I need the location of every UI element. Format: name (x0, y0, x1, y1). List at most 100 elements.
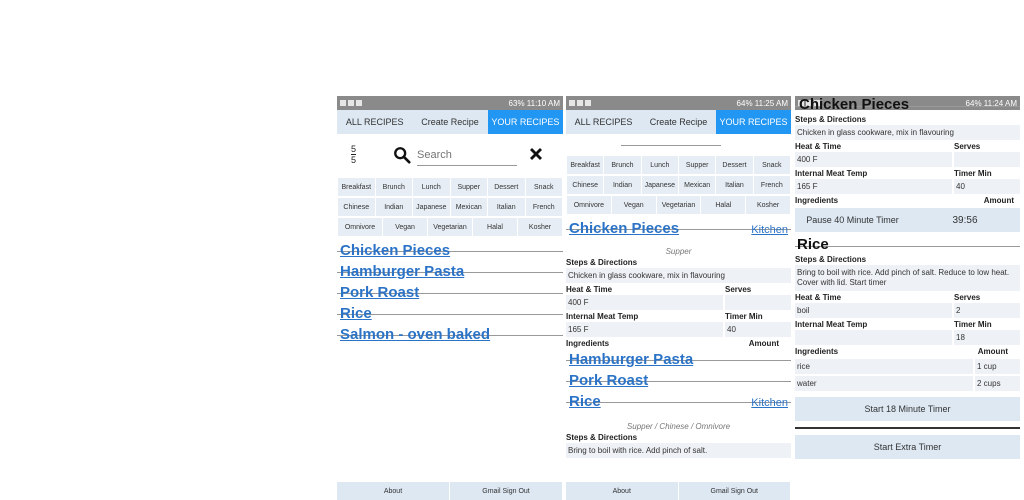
filter-vegan[interactable]: Vegan (383, 218, 427, 236)
timer-min-label: Timer Min (725, 312, 763, 321)
ingredient-row: water 2 cups (795, 376, 1020, 391)
collapsed-search (566, 134, 791, 156)
filter-french[interactable]: French (525, 198, 562, 216)
meat-temp-label: Internal Meat Temp (795, 320, 868, 329)
kitchen-link[interactable]: Kitchen (751, 397, 788, 409)
gmail-signout-button[interactable]: Gmail Sign Out (450, 482, 563, 500)
filter-kosher[interactable]: Kosher (518, 218, 562, 236)
filter-brunch[interactable]: Brunch (604, 156, 641, 174)
filter-chinese[interactable]: Chinese (567, 176, 604, 194)
heat-value: 400 F (795, 152, 952, 167)
filter-indian[interactable]: Indian (604, 176, 641, 194)
tab-all-recipes[interactable]: ALL RECIPES (337, 110, 412, 134)
heat-label: Heat & Time (795, 142, 842, 151)
ingredients-label: Ingredients (566, 339, 610, 348)
notification-icons (340, 99, 364, 108)
start-extra-timer-button[interactable]: Start Extra Timer (795, 435, 1020, 459)
filter-vegetarian[interactable]: Vegetarian (656, 196, 701, 214)
recipe-link-salmon[interactable]: Salmon - oven baked (337, 324, 563, 345)
kitchen-link[interactable]: Kitchen (751, 224, 788, 236)
recipe-link-chicken-pieces[interactable]: Chicken Pieces (337, 240, 563, 261)
timer-countdown: 39:56 (910, 208, 1020, 232)
filter-brunch[interactable]: Brunch (375, 178, 412, 196)
steps-text: Chicken in glass cookware, mix in flavou… (795, 125, 1020, 140)
heat-value: 400 F (566, 295, 723, 310)
filter-italian[interactable]: Italian (488, 198, 525, 216)
about-button[interactable]: About (337, 482, 450, 500)
ingredient-name: water (795, 376, 973, 391)
filter-lunch[interactable]: Lunch (413, 178, 450, 196)
tab-create-recipe[interactable]: Create Recipe (412, 110, 487, 134)
filter-halal[interactable]: Halal (473, 218, 517, 236)
timer-min-label: Timer Min (954, 320, 992, 329)
filter-kosher[interactable]: Kosher (746, 196, 790, 214)
filter-breakfast[interactable]: Breakfast (567, 156, 604, 174)
chicken-entry: Chicken Pieces Kitchen (566, 216, 791, 239)
recipe-title: Chicken Pieces (795, 96, 1020, 113)
filter-supper[interactable]: Supper (678, 156, 716, 174)
status-right: 63% 11:10 AM (508, 98, 560, 108)
amount-label: Amount (983, 196, 1014, 205)
recipe-link-hamburger-pasta[interactable]: Hamburger Pasta (337, 261, 563, 282)
filter-mexican[interactable]: Mexican (450, 198, 487, 216)
recipe-category: Supper (665, 247, 692, 256)
filter-japanese[interactable]: Japanese (641, 176, 678, 194)
count-top: 5 (351, 144, 357, 154)
filter-omnivore[interactable]: Omnivore (567, 196, 611, 214)
recipe-link-pork-roast[interactable]: Pork Roast (337, 282, 563, 303)
tab-all-recipes[interactable]: ALL RECIPES (566, 110, 641, 134)
more-recipes: Hamburger Pasta Pork Roast Rice Kitchen (566, 349, 791, 412)
filter-italian[interactable]: Italian (716, 176, 753, 194)
filter-omnivore[interactable]: Omnivore (338, 218, 382, 236)
timer-min-value: 40 (954, 179, 1020, 194)
timer-min-value: 18 (954, 330, 1020, 345)
recipes-list-screen: 63% 11:10 AM ALL RECIPES Create Recipe Y… (337, 96, 563, 500)
status-right: 64% 11:25 AM (736, 98, 788, 108)
filter-chinese[interactable]: Chinese (338, 198, 375, 216)
about-button[interactable]: About (566, 482, 679, 500)
tab-your-recipes[interactable]: YOUR RECIPES (487, 110, 563, 134)
tab-your-recipes[interactable]: YOUR RECIPES (716, 110, 791, 134)
recipe-expanded-screen: 64% 11:25 AM ALL RECIPES Create Recipe Y… (566, 96, 791, 500)
filter-snack[interactable]: Snack (525, 178, 562, 196)
meat-temp-value: 165 F (795, 179, 952, 194)
filter-supper[interactable]: Supper (450, 178, 487, 196)
tab-create-recipe[interactable]: Create Recipe (641, 110, 716, 134)
filter-indian[interactable]: Indian (375, 198, 412, 216)
cuisine-filters: Chinese Indian Japanese Mexican Italian … (566, 176, 791, 194)
filter-mexican[interactable]: Mexican (678, 176, 716, 194)
filter-dessert[interactable]: Dessert (488, 178, 525, 196)
filter-snack[interactable]: Snack (753, 156, 790, 174)
close-icon[interactable] (529, 147, 543, 161)
diet-filters: Omnivore Vegan Vegetarian Halal Kosher (337, 218, 563, 236)
start-timer-button[interactable]: Start 18 Minute Timer (795, 397, 1020, 421)
recipe-category: Supper / Chinese / Omnivore (626, 422, 731, 431)
gmail-signout-button[interactable]: Gmail Sign Out (679, 482, 791, 500)
recipe-link-pork-roast[interactable]: Pork Roast (566, 370, 791, 391)
filter-vegetarian[interactable]: Vegetarian (428, 218, 472, 236)
filter-dessert[interactable]: Dessert (716, 156, 753, 174)
filter-breakfast[interactable]: Breakfast (338, 178, 375, 196)
search-row: 5 5 (337, 134, 563, 178)
meat-temp-label: Internal Meat Temp (795, 169, 868, 178)
search-input[interactable] (417, 144, 517, 166)
heat-value: boil (795, 303, 952, 318)
filter-vegan[interactable]: Vegan (611, 196, 656, 214)
ingredient-row: rice 1 cup (795, 359, 1020, 374)
filter-japanese[interactable]: Japanese (413, 198, 450, 216)
steps-label: Steps & Directions (566, 433, 638, 442)
recipe-link-rice[interactable]: Rice (337, 303, 563, 324)
pause-timer-button[interactable]: Pause 40 Minute Timer (795, 208, 910, 232)
meat-temp-value (795, 330, 952, 345)
filter-halal[interactable]: Halal (701, 196, 746, 214)
divider (795, 427, 1020, 429)
filter-french[interactable]: French (753, 176, 790, 194)
recipe-link-hamburger-pasta[interactable]: Hamburger Pasta (566, 349, 791, 370)
status-bar: 64% 11:25 AM (566, 96, 791, 110)
filter-lunch[interactable]: Lunch (641, 156, 678, 174)
serves-label: Serves (725, 285, 752, 294)
search-icon[interactable] (393, 146, 411, 164)
running-timer: Pause 40 Minute Timer 39:56 (795, 208, 1020, 232)
serves-label: Serves (954, 142, 981, 151)
meat-temp-value: 165 F (566, 322, 723, 337)
